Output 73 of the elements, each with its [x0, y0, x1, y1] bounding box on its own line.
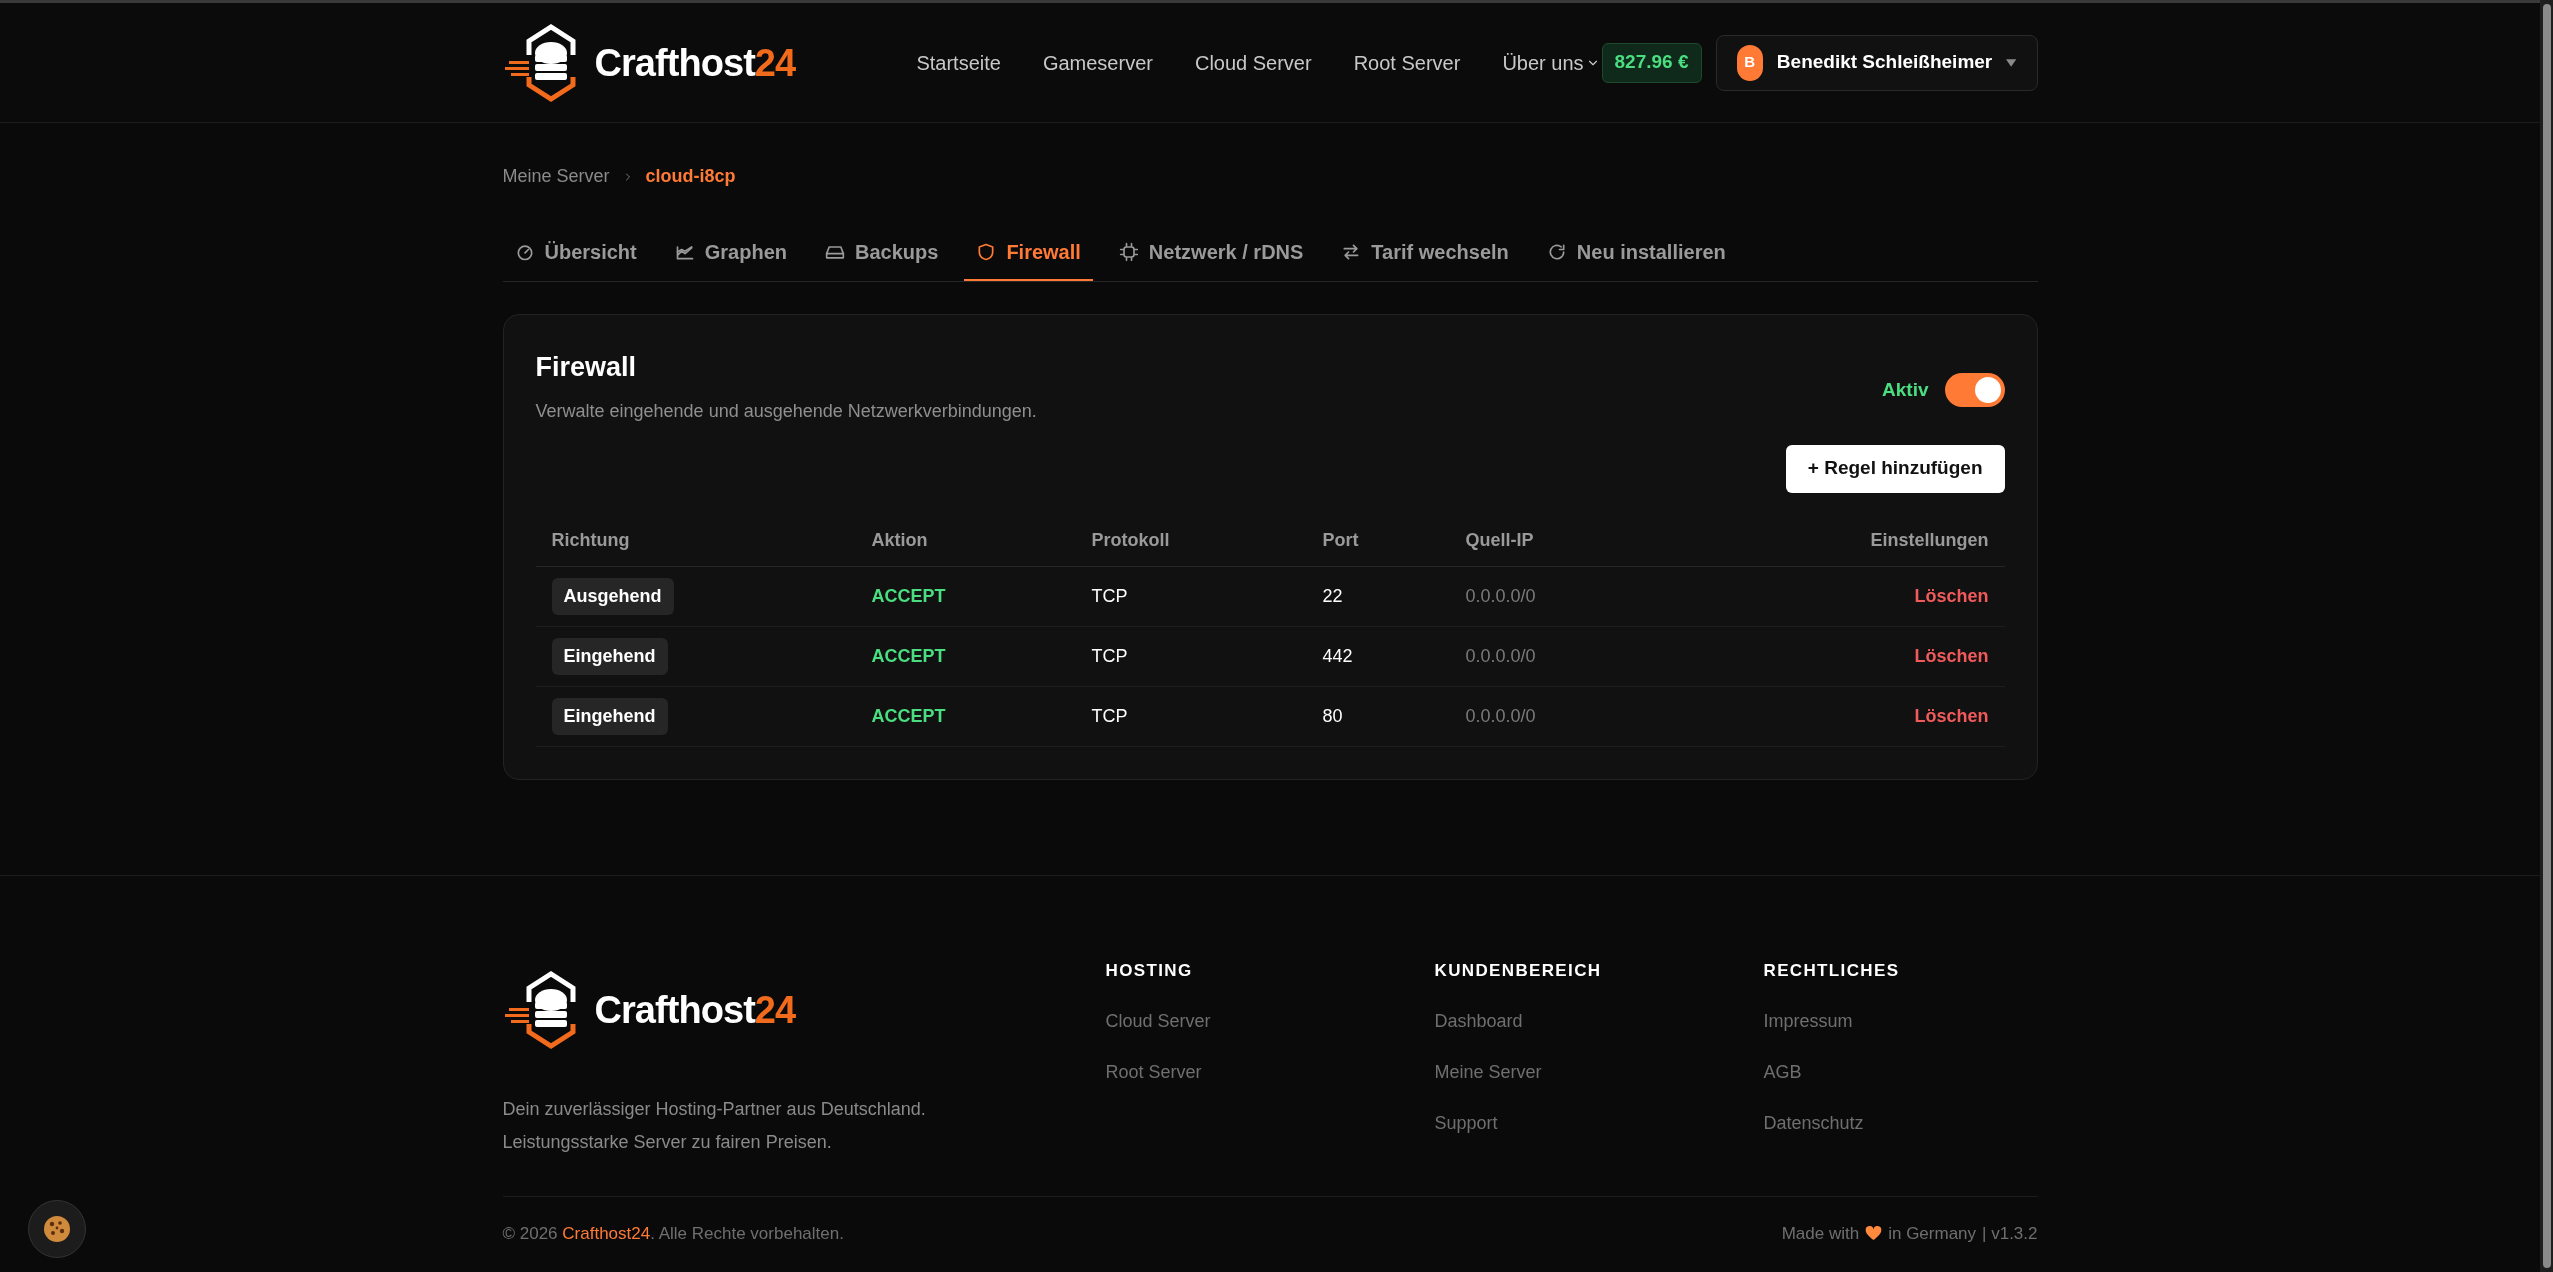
tab[interactable]: Tarif wechseln	[1329, 225, 1521, 281]
table-cell: TCP	[1075, 626, 1307, 687]
column-header: Richtung	[535, 514, 856, 567]
card-subtitle: Verwalte eingehende und ausgehende Netzwerkverbindungen.	[535, 399, 1037, 423]
breadcrumb-link[interactable]: cloud-i8cp	[645, 163, 736, 190]
chip-icon	[1118, 242, 1139, 262]
nav-link[interactable]: Gameserver	[1042, 47, 1153, 78]
delete-link[interactable]: Löschen	[1914, 586, 1989, 606]
table-cell: 0.0.0.0/0	[1449, 626, 1750, 687]
column-header: Aktion	[855, 514, 1076, 567]
footer-link[interactable]: Dashboard	[1434, 1007, 1764, 1035]
card-title: Firewall	[535, 351, 638, 384]
delete-link[interactable]: Löschen	[1914, 706, 1989, 726]
tab[interactable]: Backups	[813, 225, 951, 281]
footer-link[interactable]: Cloud Server	[1105, 1007, 1435, 1035]
made-with-text: Made with	[1781, 1222, 1860, 1245]
footer-link[interactable]: AGB	[1763, 1058, 2093, 1086]
column-header: Einstellungen	[1749, 514, 2005, 567]
table-cell: 442	[1306, 626, 1450, 687]
direction-badge: Ausgehend	[551, 578, 674, 615]
user-avatar: B	[1736, 44, 1763, 81]
table-cell: TCP	[1075, 566, 1307, 627]
table-cell: ACCEPT	[855, 566, 1076, 627]
tagline-text: Dein zuverlässiger Hosting-Partner aus Deutschland.	[502, 1098, 927, 1121]
footer-link[interactable]: Meine Server	[1434, 1058, 1764, 1086]
footer-heading: RECHTLICHES	[1763, 960, 1901, 982]
heart-icon	[1865, 1225, 1883, 1242]
tab[interactable]: Graphen	[662, 225, 799, 281]
delete-link[interactable]: Löschen	[1914, 646, 1989, 666]
footer-heading: HOSTING	[1105, 960, 1194, 982]
nav-link[interactable]: Startseite	[916, 47, 1001, 78]
table-cell: 0.0.0.0/0	[1449, 686, 1750, 747]
nav-link[interactable]: Über uns	[1502, 47, 1600, 78]
caret-icon	[2006, 57, 2017, 68]
footer-link[interactable]: Datenschutz	[1763, 1109, 2093, 1137]
toggle-switch[interactable]	[1944, 373, 2005, 407]
cookie-icon	[42, 1214, 72, 1244]
copyright-text: © 2026 Crafthost24. Alle Rechte vorbehalten.	[502, 1222, 844, 1245]
status-label: Aktiv	[1882, 377, 1929, 402]
shield-icon	[976, 242, 997, 262]
table-cell: TCP	[1075, 686, 1307, 747]
add-rule-button[interactable]: + Regel hinzufügen	[1785, 444, 2005, 493]
tab[interactable]: Firewall	[964, 225, 1093, 281]
column-header: Quell-IP	[1449, 514, 1750, 567]
tab[interactable]: Übersicht	[502, 225, 649, 281]
footer-heading: KUNDENBEREICH	[1434, 960, 1603, 982]
nav-link[interactable]: Cloud Server	[1194, 47, 1312, 78]
footer-link[interactable]: Impressum	[1763, 1007, 2093, 1035]
column-header: Protokoll	[1075, 514, 1307, 567]
table-cell: 22	[1306, 566, 1450, 627]
version-text: | v1.3.2	[1982, 1222, 2038, 1245]
breadcrumb-link[interactable]: Meine Server	[502, 163, 610, 190]
nav-link[interactable]: Root Server	[1353, 47, 1461, 78]
user-menu-button[interactable]: B Benedikt Schleißheimer	[1715, 34, 2038, 91]
balance-badge: 827.96 €	[1601, 42, 1702, 83]
table-cell: 80	[1306, 686, 1450, 747]
brand-link[interactable]: Crafthost24	[562, 1223, 651, 1243]
direction-badge: Eingehend	[551, 698, 668, 735]
footer-link[interactable]: Support	[1434, 1109, 1764, 1137]
column-header: Port	[1306, 514, 1450, 567]
user-name: Benedikt Schleißheimer	[1776, 50, 1993, 75]
made-in-text: in Germany	[1888, 1222, 1977, 1245]
table-cell: 0.0.0.0/0	[1449, 566, 1750, 627]
tab[interactable]: Netzwerk / rDNS	[1106, 225, 1316, 281]
scrollbar[interactable]	[2540, 0, 2553, 1272]
tagline-text: Leistungsstarke Server zu fairen Preisen.	[502, 1131, 833, 1154]
logo-text: Crafthost24	[594, 991, 796, 1029]
direction-badge: Eingehend	[551, 638, 668, 675]
tab[interactable]: Neu installieren	[1534, 225, 1738, 281]
footer-link[interactable]: Root Server	[1105, 1058, 1435, 1086]
logo-text: Crafthost24	[594, 43, 796, 82]
table-cell: ACCEPT	[855, 686, 1076, 747]
table-cell: ACCEPT	[855, 626, 1076, 687]
